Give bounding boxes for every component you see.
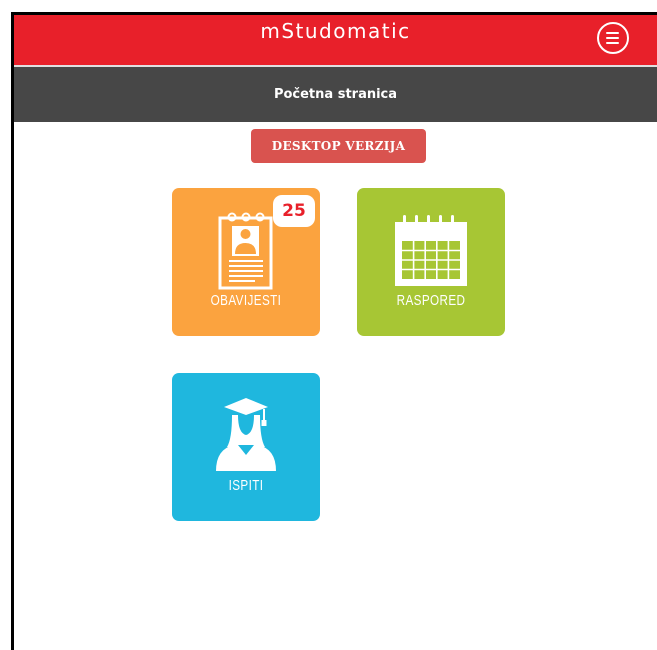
- tile-label: OBAVIJESTI: [210, 292, 282, 309]
- tile-raspored[interactable]: RASPORED: [357, 188, 505, 336]
- tile-ispiti[interactable]: ISPITI: [172, 373, 320, 521]
- tile-label: ISPITI: [228, 477, 264, 494]
- menu-line: [606, 41, 619, 44]
- menu-icon[interactable]: [597, 22, 629, 54]
- app-title: mStudomatic: [260, 19, 411, 43]
- desktop-version-button[interactable]: DESKTOP VERZIJA: [251, 129, 426, 163]
- menu-line: [606, 36, 619, 39]
- page-title: Početna stranica: [273, 87, 398, 102]
- tile-obavijesti[interactable]: 25 OBAVIJESTI: [172, 188, 320, 336]
- top-margin: [0, 0, 657, 12]
- graduate-icon: [216, 398, 276, 471]
- calendar-icon: [395, 215, 467, 286]
- menu-line: [606, 31, 619, 34]
- tile-label: RASPORED: [396, 292, 466, 309]
- app-frame: mStudomatic Početna stranica DESKTOP VER…: [0, 0, 657, 650]
- page-header: Početna stranica: [14, 67, 657, 122]
- notification-count-badge: 25: [273, 195, 315, 227]
- app-header: mStudomatic: [14, 15, 657, 65]
